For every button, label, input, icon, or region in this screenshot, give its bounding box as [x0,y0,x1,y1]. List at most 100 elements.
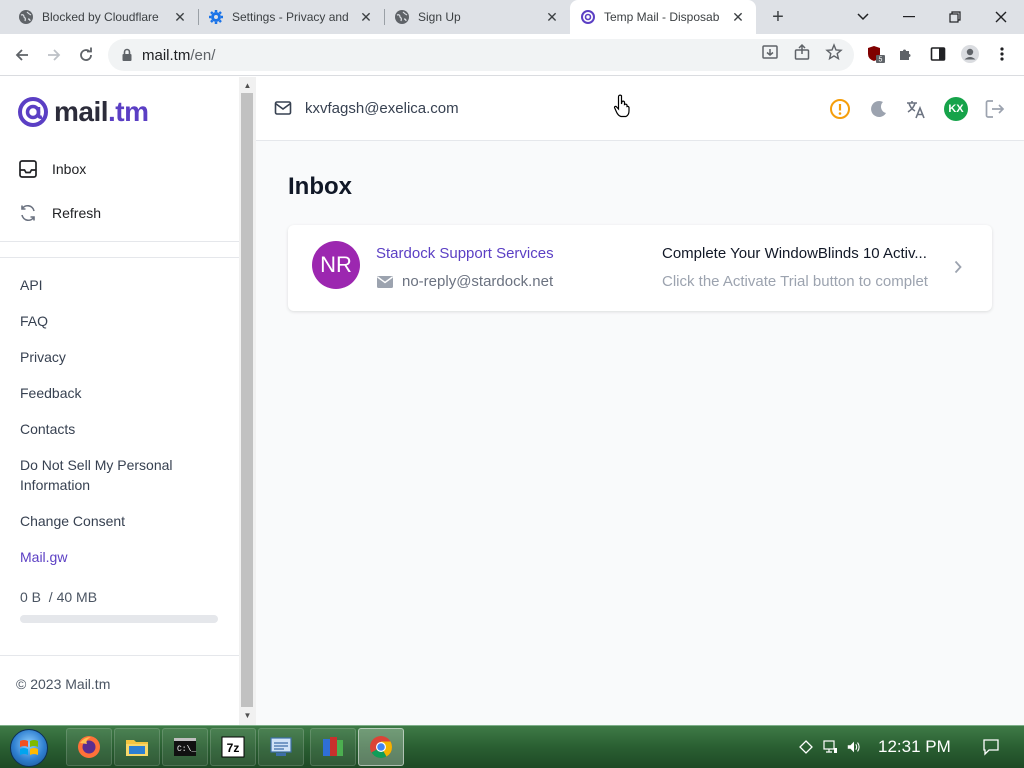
taskbar-firefox[interactable] [66,728,112,766]
close-tab-icon[interactable]: ✕ [544,9,560,25]
restore-button[interactable] [932,0,978,34]
tab-settings-privacy[interactable]: Settings - Privacy and ✕ [198,0,384,34]
windows-taskbar: C:\_ 7z 12:31 PM [0,725,1024,768]
taskbar-chrome[interactable] [358,728,404,766]
sidebar-item-inbox[interactable]: Inbox [16,157,86,181]
windows-logo-icon [20,740,38,755]
profile-icon[interactable] [960,44,980,64]
taskbar-explorer[interactable] [114,728,160,766]
sidebar-item-label: Refresh [52,205,102,221]
taskbar-clock[interactable]: 12:31 PM [878,737,951,757]
link-privacy[interactable]: Privacy [20,347,220,367]
tray-expand-icon[interactable] [798,739,814,755]
browser-toolbar: mail.tm/en/ 5 [0,34,1024,76]
taskbar-network-app[interactable] [258,728,304,766]
svg-text:5: 5 [879,57,883,64]
chrome-menu-icon[interactable] [992,44,1012,64]
link-api[interactable]: API [20,275,220,295]
new-tab-button[interactable]: + [766,5,790,29]
install-app-icon[interactable] [760,42,780,62]
tab-sign-up[interactable]: Sign Up ✕ [384,0,570,34]
start-button[interactable] [10,729,48,767]
translate-icon[interactable] [904,97,928,121]
volume-tray-icon[interactable] [846,739,862,755]
envelope-icon [274,99,292,117]
ublock-extension-icon[interactable]: 5 [866,44,886,64]
sidebar: mail.tm Inbox Refresh API FAQ Privacy Fe… [0,77,240,725]
sender-name: Stardock Support Services [376,245,554,262]
tab-title: Blocked by Cloudflare [42,10,159,24]
quota-used: 0 B [20,589,42,605]
reload-button[interactable] [73,42,99,68]
7zip-icon: 7z [221,736,245,758]
tab-title: Temp Mail - Disposab [604,10,720,24]
refresh-icon [16,201,40,225]
close-tab-icon[interactable]: ✕ [730,9,746,25]
message-subject: Complete Your WindowBlinds 10 Activ... [662,245,927,262]
svg-text:C:\_: C:\_ [177,745,196,754]
taskbar-7zip[interactable]: 7z [210,728,256,766]
current-email[interactable]: kxvfagsh@exelica.com [274,99,459,117]
divider [0,257,240,258]
close-window-button[interactable] [978,0,1024,34]
tab-strip: Blocked by Cloudflare ✕ Settings - Priva… [0,0,1024,34]
sender-avatar: NR [312,241,360,289]
main-content: kxvfagsh@exelica.com KX Inbox NR Stardoc… [256,77,1024,725]
link-do-not-sell[interactable]: Do Not Sell My Personal Information [20,455,200,495]
scroll-up-icon[interactable]: ▲ [243,81,252,90]
scrollbar-thumb[interactable] [241,93,253,707]
gear-icon [208,9,224,25]
globe-icon [18,9,34,25]
tab-blocked-by-cloudflare[interactable]: Blocked by Cloudflare ✕ [8,0,198,34]
mailtm-logo[interactable]: mail.tm [16,95,149,129]
close-tab-icon[interactable]: ✕ [172,9,188,25]
extensions-puzzle-icon[interactable] [896,44,916,64]
svg-text:7z: 7z [227,741,240,755]
copyright: © 2023 Mail.tm [16,676,111,692]
lock-icon[interactable] [120,48,134,62]
storage-quota: 0 B / 40 MB [20,589,97,605]
tab-title: Settings - Privacy and [232,10,349,24]
warning-icon[interactable] [828,97,852,121]
action-center-icon[interactable] [982,738,1000,756]
logo-text: mail.tm [54,96,149,127]
message-preview: Click the Activate Trial button to compl… [662,273,928,290]
side-panel-icon[interactable] [928,44,948,64]
link-feedback[interactable]: Feedback [20,383,220,403]
chrome-icon [370,736,392,758]
sidebar-item-label: Inbox [52,161,87,177]
network-tray-icon[interactable] [822,739,838,755]
sidebar-item-refresh[interactable]: Refresh [16,201,101,225]
back-button[interactable] [9,42,35,68]
page-title: Inbox [288,173,352,200]
avatar-initials: KX [944,97,968,121]
share-icon[interactable] [792,42,812,62]
folder-icon [126,740,148,756]
close-tab-icon[interactable]: ✕ [358,9,374,25]
link-mail-gw[interactable]: Mail.gw [20,547,220,567]
sidebar-scrollbar[interactable]: ▲ ▼ [239,77,256,725]
taskbar-winrar[interactable] [310,728,356,766]
link-contacts[interactable]: Contacts [20,419,220,439]
taskbar-cmd[interactable]: C:\_ [162,728,208,766]
top-bar: kxvfagsh@exelica.com KX [256,77,1024,141]
account-avatar[interactable]: KX [944,97,968,121]
bookmark-star-icon[interactable] [824,42,844,62]
divider [0,655,240,656]
link-faq[interactable]: FAQ [20,311,220,331]
tab-search-icon[interactable] [840,0,886,34]
globe-icon [394,9,410,25]
minimize-button[interactable] [886,0,932,34]
message-row[interactable]: NR Stardock Support Services no-reply@st… [288,225,992,311]
scroll-down-icon[interactable]: ▼ [243,711,252,720]
at-sign-icon [18,97,48,127]
tab-temp-mail[interactable]: Temp Mail - Disposab ✕ [570,0,756,34]
dark-mode-moon-icon[interactable] [867,97,891,121]
quota-progress-bar [20,615,218,623]
forward-button[interactable] [41,42,67,68]
url-text: mail.tm/en/ [142,46,216,64]
firefox-icon [78,736,100,758]
link-change-consent[interactable]: Change Consent [20,511,220,531]
logout-icon[interactable] [983,97,1007,121]
address-bar[interactable]: mail.tm/en/ [108,39,854,71]
